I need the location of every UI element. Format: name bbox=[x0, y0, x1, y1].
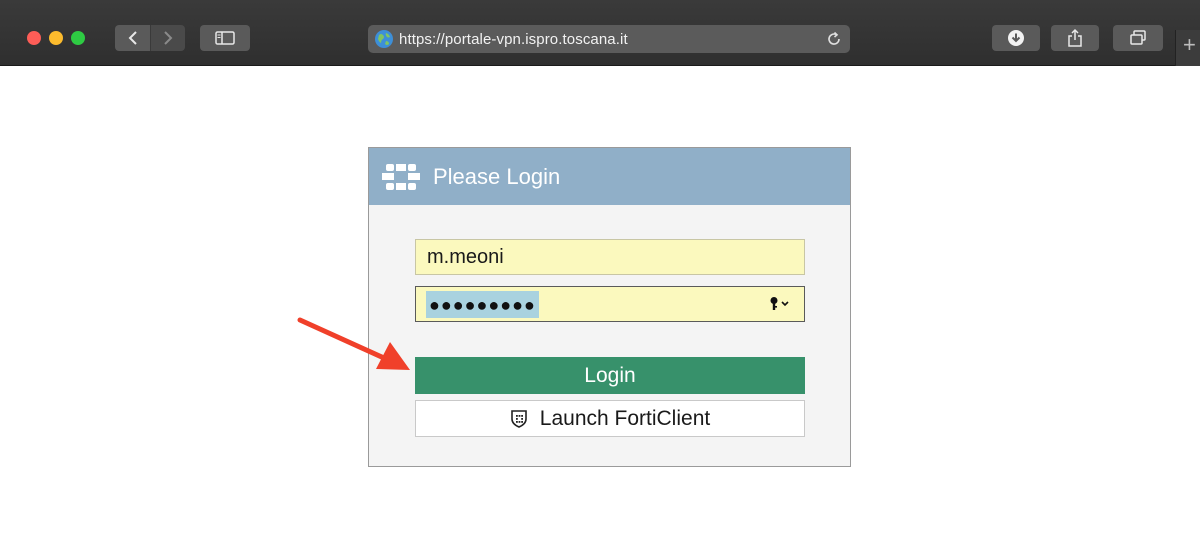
chevron-left-icon bbox=[128, 31, 137, 45]
tabs-icon bbox=[1130, 30, 1146, 45]
login-button[interactable]: Login bbox=[415, 357, 805, 394]
login-header: Please Login bbox=[369, 148, 850, 205]
zoom-window-button[interactable] bbox=[71, 31, 85, 45]
share-button[interactable] bbox=[1051, 25, 1099, 51]
back-button[interactable] bbox=[115, 25, 150, 51]
password-mask: ●●●●●●●●● bbox=[429, 294, 536, 315]
tab-overview-button[interactable] bbox=[1113, 25, 1163, 51]
url-text: https://portale-vpn.ispro.toscana.it bbox=[399, 30, 628, 48]
browser-toolbar: https://portale-vpn.ispro.toscana.it + bbox=[0, 0, 1200, 66]
sidebar-button[interactable] bbox=[200, 25, 250, 51]
chevron-right-icon bbox=[164, 31, 173, 45]
password-selection: ●●●●●●●●● bbox=[426, 291, 539, 318]
key-icon[interactable] bbox=[769, 296, 791, 312]
username-value: m.meoni bbox=[427, 246, 504, 268]
globe-icon bbox=[375, 30, 393, 48]
forward-button[interactable] bbox=[150, 25, 185, 51]
minimize-window-button[interactable] bbox=[49, 31, 63, 45]
new-tab-button[interactable]: + bbox=[1175, 30, 1200, 66]
fortinet-logo-icon bbox=[382, 163, 420, 190]
username-input[interactable]: m.meoni bbox=[415, 239, 805, 275]
shield-icon bbox=[510, 409, 527, 428]
close-window-button[interactable] bbox=[27, 31, 41, 45]
downloads-button[interactable] bbox=[992, 25, 1040, 51]
navigation-buttons bbox=[115, 25, 185, 51]
login-panel: Please Login m.meoni ●●●●●●●●● Login Lau… bbox=[368, 147, 851, 467]
share-icon bbox=[1068, 28, 1082, 47]
address-bar[interactable]: https://portale-vpn.ispro.toscana.it bbox=[368, 25, 850, 53]
download-icon bbox=[1008, 30, 1024, 46]
launch-forticlient-label: Launch FortiClient bbox=[539, 406, 711, 430]
reload-icon[interactable] bbox=[826, 31, 842, 47]
login-title: Please Login bbox=[433, 163, 561, 189]
sidebar-icon bbox=[215, 31, 235, 45]
launch-forticlient-button[interactable]: Launch FortiClient bbox=[415, 400, 805, 437]
password-input[interactable]: ●●●●●●●●● bbox=[415, 286, 805, 322]
